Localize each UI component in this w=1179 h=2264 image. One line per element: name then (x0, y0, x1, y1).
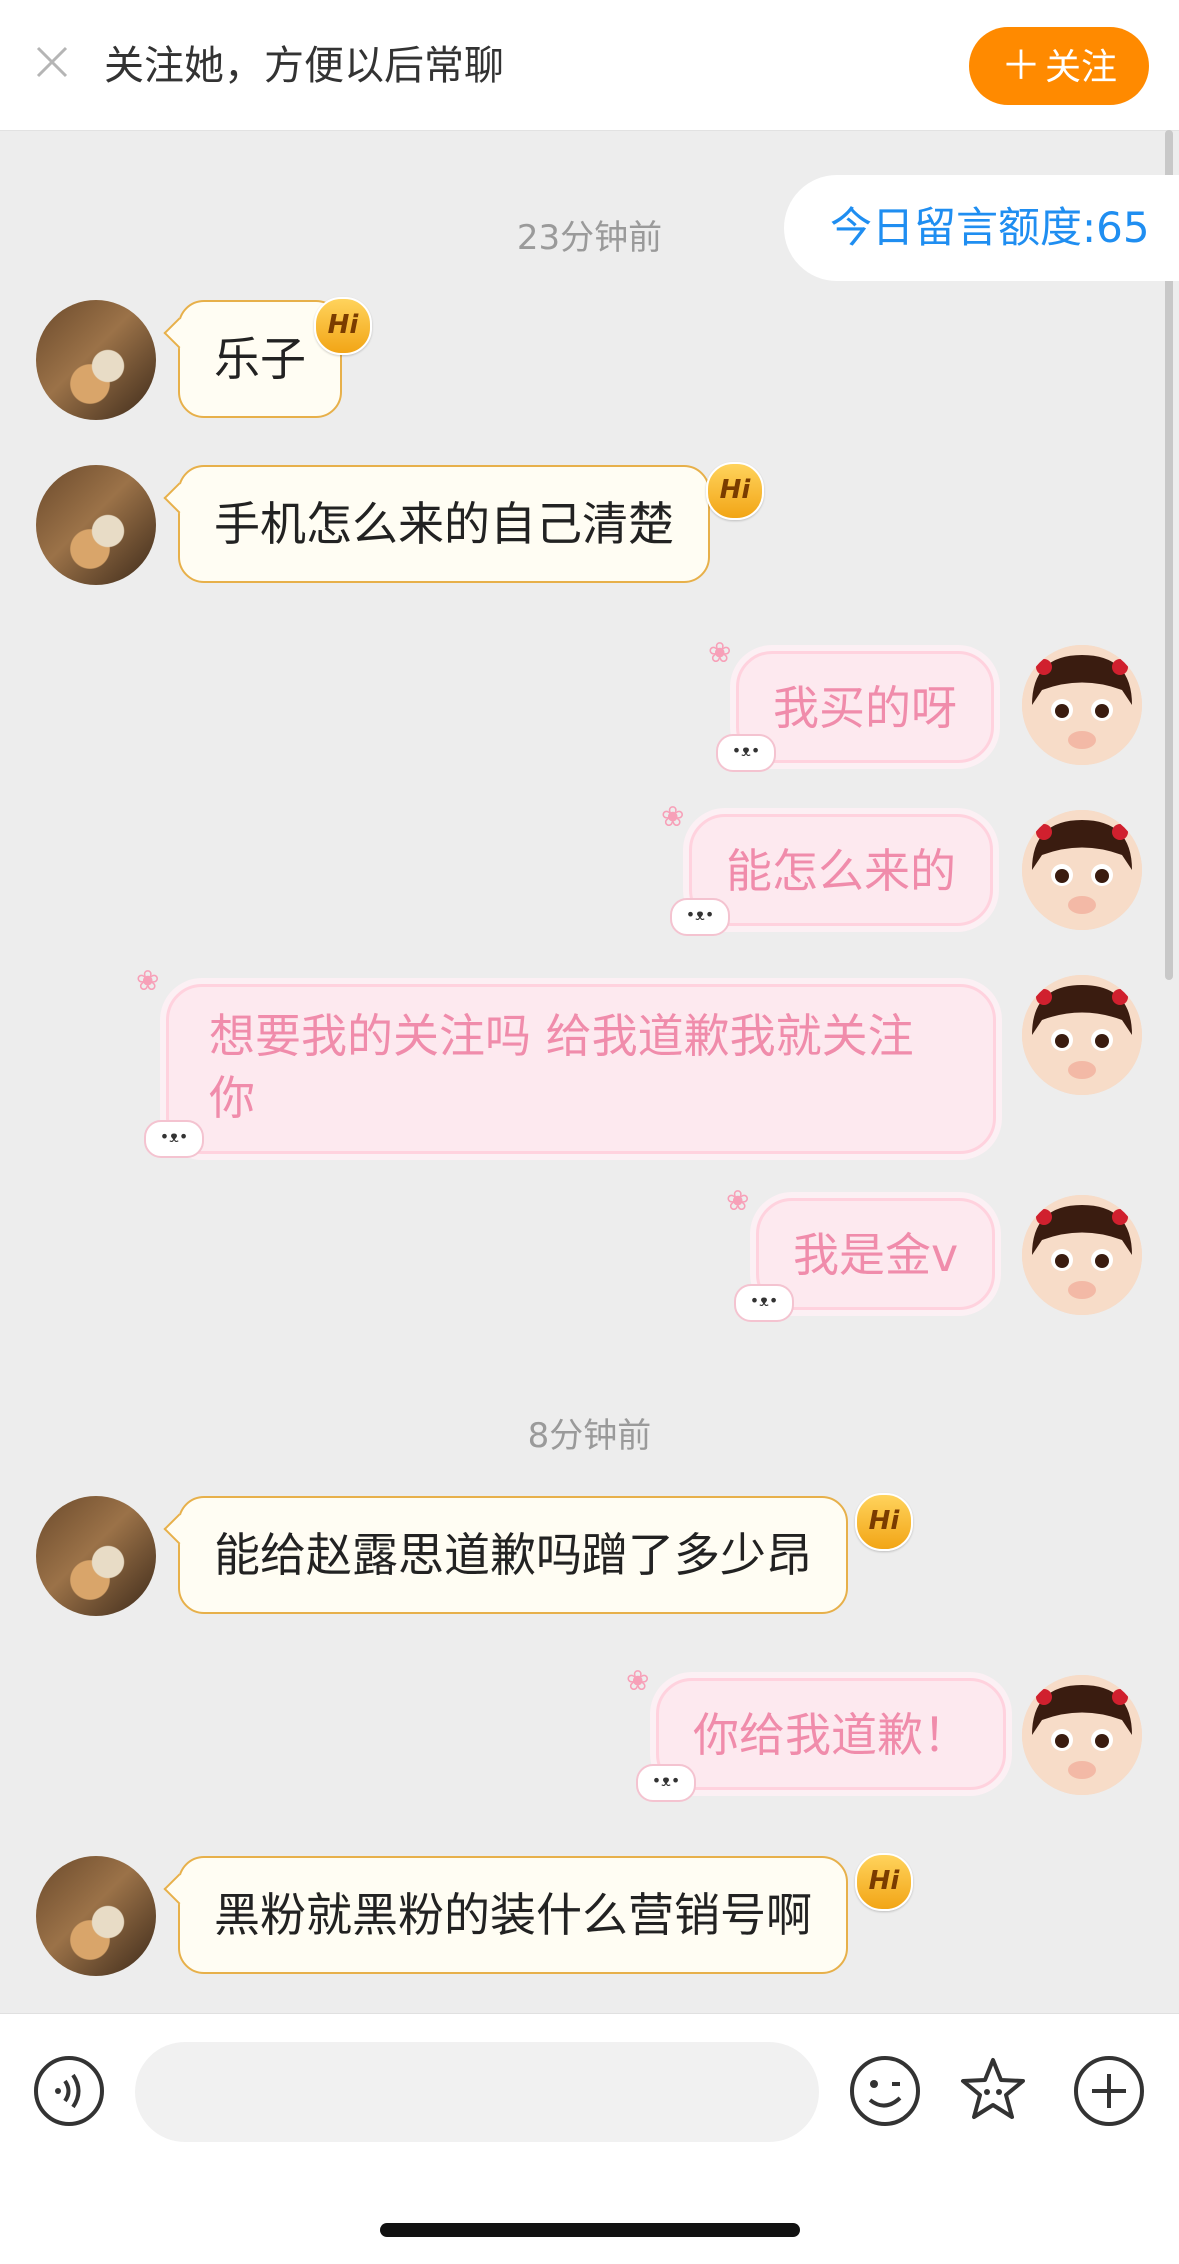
message-bubble[interactable]: 想要我的关注吗 给我道歉我就关注你 (166, 984, 996, 1154)
cartoon-girl-avatar-icon (1022, 1195, 1142, 1315)
avatar[interactable] (1022, 645, 1142, 765)
avatar[interactable] (36, 1496, 156, 1616)
message-bubble[interactable]: 黑粉就黑粉的装什么营销号啊 (178, 1856, 848, 1974)
follow-prompt: 关注她，方便以后常聊 (104, 43, 504, 89)
paw-decoration-icon: ❀ (626, 1664, 650, 1697)
message-bubble[interactable]: 手机怎么来的自己清楚 (178, 465, 710, 583)
timestamp: 8分钟前 (527, 1416, 652, 1456)
cat-decoration-icon: •ᴥ• (716, 734, 776, 772)
avatar[interactable] (36, 1856, 156, 1976)
cartoon-girl-avatar-icon (1022, 975, 1142, 1095)
avatar[interactable] (1022, 1675, 1142, 1795)
cartoon-girl-avatar-icon (1022, 645, 1142, 765)
star-sticker-icon[interactable] (956, 2054, 1030, 2128)
follow-button[interactable]: ＋关注 (969, 27, 1149, 105)
message-text: 我买的呀 (773, 681, 957, 735)
cat-decoration-icon: •ᴥ• (734, 1284, 794, 1322)
avatar[interactable] (36, 300, 156, 420)
message-text: 黑粉就黑粉的装什么营销号啊 (214, 1888, 812, 1942)
hi-badge-icon: Hi (706, 462, 764, 520)
voice-icon[interactable] (32, 2054, 106, 2128)
hi-badge-icon: Hi (314, 297, 372, 355)
emoji-icon[interactable] (848, 2054, 922, 2128)
hi-badge-icon: Hi (855, 1493, 913, 1551)
message-text: 我是金v (793, 1228, 959, 1282)
message-bubble[interactable]: 能怎么来的 (689, 814, 993, 926)
plus-circle-icon[interactable] (1072, 2054, 1146, 2128)
home-indicator[interactable] (380, 2223, 800, 2237)
message-text: 能给赵露思道歉吗蹭了多少昂 (214, 1528, 812, 1582)
cat-decoration-icon: •ᴥ• (636, 1764, 696, 1802)
hi-badge-icon: Hi (855, 1853, 913, 1911)
avatar[interactable] (1022, 975, 1142, 1095)
close-icon[interactable] (30, 40, 74, 84)
avatar[interactable] (1022, 810, 1142, 930)
message-text: 你给我道歉！ (693, 1708, 969, 1762)
follow-bar: 关注她，方便以后常聊 ＋关注 (0, 0, 1179, 131)
message-bubble[interactable]: 你给我道歉！ (656, 1678, 1006, 1790)
message-text: 想要我的关注吗 给我道歉我就关注你 (209, 1009, 914, 1125)
message-input[interactable] (135, 2042, 819, 2142)
paw-decoration-icon: ❀ (661, 800, 685, 833)
paw-decoration-icon: ❀ (726, 1184, 750, 1217)
cat-decoration-icon: •ᴥ• (670, 898, 730, 936)
timestamp: 23分钟前 (516, 218, 663, 258)
message-text: 乐子 (214, 332, 306, 386)
plus-icon: ＋ (1000, 43, 1041, 89)
paw-decoration-icon: ❀ (136, 964, 160, 997)
avatar[interactable] (36, 465, 156, 585)
cartoon-girl-avatar-icon (1022, 1675, 1142, 1795)
message-text: 能怎么来的 (726, 844, 956, 898)
paw-decoration-icon: ❀ (708, 636, 732, 669)
cat-decoration-icon: •ᴥ• (144, 1120, 204, 1158)
avatar[interactable] (1022, 1195, 1142, 1315)
cartoon-girl-avatar-icon (1022, 810, 1142, 930)
message-bubble[interactable]: 能给赵露思道歉吗蹭了多少昂 (178, 1496, 848, 1614)
message-text: 手机怎么来的自己清楚 (214, 497, 674, 551)
follow-label: 关注 (1044, 47, 1117, 88)
